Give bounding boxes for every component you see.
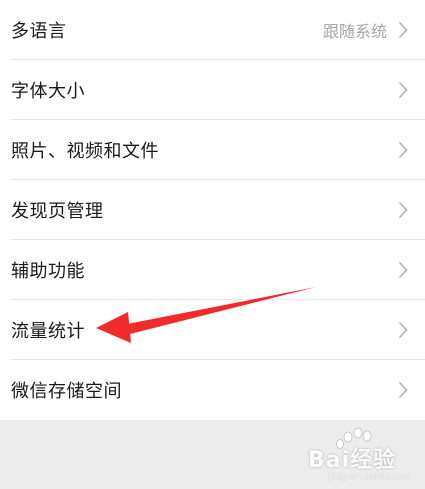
watermark-brand: Bai经验	[308, 448, 397, 473]
row-label: 流量统计	[11, 321, 85, 342]
chevron-right-icon	[395, 380, 411, 400]
settings-row-discover-management[interactable]: 发现页管理	[0, 180, 425, 240]
settings-row-accessibility[interactable]: 辅助功能	[0, 240, 425, 300]
chevron-right-icon	[395, 320, 411, 340]
chevron-right-icon	[395, 140, 411, 160]
row-label: 辅助功能	[11, 261, 85, 282]
row-label: 微信存储空间	[11, 381, 122, 402]
row-label: 照片、视频和文件	[11, 141, 159, 162]
row-value: 跟随系统	[322, 22, 387, 41]
settings-row-media-files[interactable]: 照片、视频和文件	[0, 120, 425, 180]
row-label: 多语言	[11, 21, 67, 42]
watermark-url: jingyan.baidu.com	[328, 472, 412, 482]
chevron-right-icon	[395, 80, 411, 100]
settings-row-data-usage[interactable]: 流量统计	[0, 300, 425, 360]
settings-row-language[interactable]: 多语言 跟随系统	[0, 0, 425, 60]
chevron-right-icon	[395, 260, 411, 280]
settings-row-storage[interactable]: 微信存储空间	[0, 360, 425, 420]
settings-list: 多语言 跟随系统 字体大小 照片、视频和文件 发现页管理 辅助功能 流量统计 微…	[0, 0, 425, 420]
settings-row-font-size[interactable]: 字体大小	[0, 60, 425, 120]
chevron-right-icon	[395, 200, 411, 220]
row-label: 字体大小	[11, 81, 85, 102]
row-label: 发现页管理	[11, 201, 104, 222]
chevron-right-icon	[395, 20, 411, 40]
